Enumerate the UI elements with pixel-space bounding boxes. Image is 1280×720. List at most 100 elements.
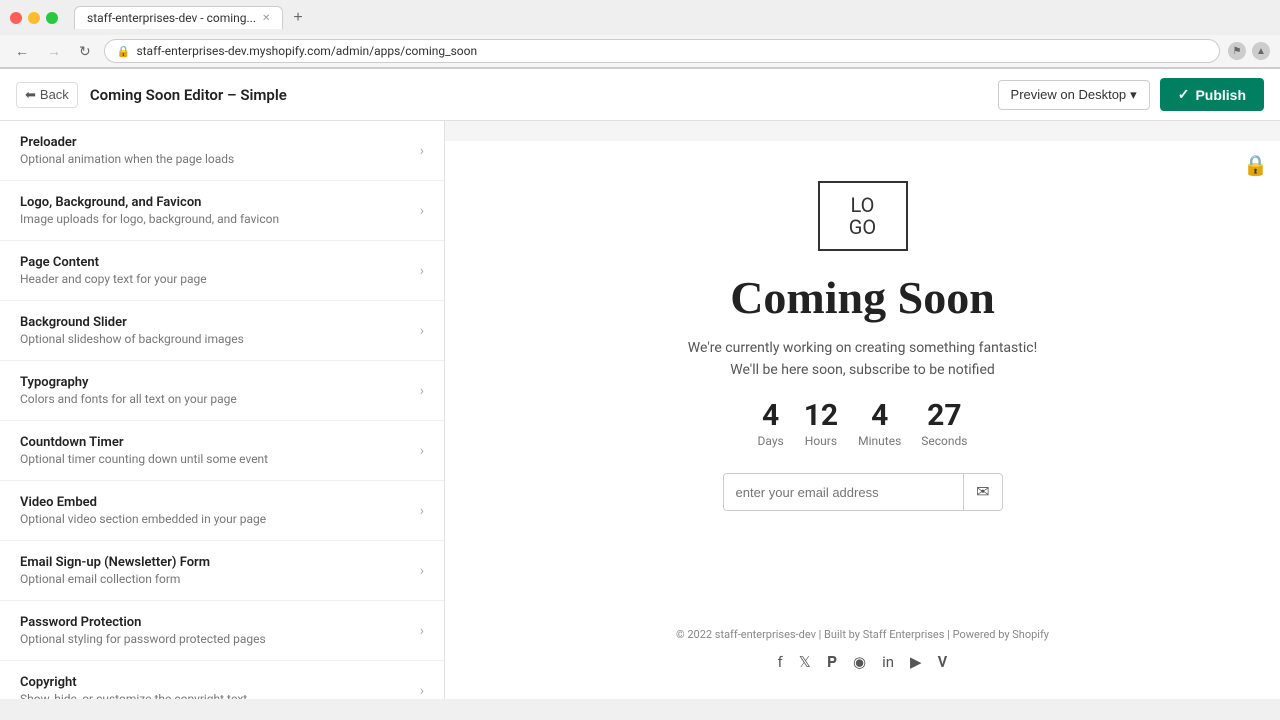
logo-text: LO GO [849, 194, 876, 238]
countdown-value-1: 12 [804, 398, 838, 433]
sidebar-item-title-7: Email Sign-up (Newsletter) Form [20, 555, 420, 570]
countdown-label-2: Minutes [858, 434, 901, 448]
sidebar-item-title-8: Password Protection [20, 615, 420, 630]
sidebar-item-desc-5: Optional timer counting down until some … [20, 452, 420, 466]
sidebar-item-content-2: Page Content Header and copy text for yo… [20, 255, 420, 286]
back-icon: ⬅ [25, 87, 36, 103]
preview-button[interactable]: Preview on Desktop ▾ [998, 80, 1150, 110]
sidebar-item-content-6: Video Embed Optional video section embed… [20, 495, 420, 526]
app-header-right: Preview on Desktop ▾ ✓ Publish [998, 78, 1264, 111]
publish-checkmark-icon: ✓ [1178, 86, 1190, 103]
preview-content: 🔒 LO GO Coming Soon We're currently work… [445, 141, 1280, 699]
chevron-right-icon-2: › [420, 263, 424, 279]
logo-box: LO GO [818, 181, 908, 251]
countdown-label-1: Hours [805, 434, 837, 448]
sidebar-item-title-2: Page Content [20, 255, 420, 270]
app-header-left: ⬅ Back Coming Soon Editor – Simple [16, 82, 287, 108]
sidebar-item-desc-1: Image uploads for logo, background, and … [20, 212, 420, 226]
chevron-right-icon-4: › [420, 383, 424, 399]
refresh-nav-button[interactable]: ↻ [74, 41, 96, 62]
sidebar-item-1[interactable]: Logo, Background, and Favicon Image uplo… [0, 181, 444, 241]
chevron-right-icon-1: › [420, 203, 424, 219]
active-tab[interactable]: staff-enterprises-dev - coming... ✕ [74, 6, 283, 29]
sidebar-item-content-7: Email Sign-up (Newsletter) Form Optional… [20, 555, 420, 586]
sidebar-item-desc-7: Optional email collection form [20, 572, 420, 586]
countdown-value-2: 4 [858, 398, 901, 433]
extension-icon-1[interactable]: ⚑ [1228, 42, 1246, 60]
preview-label: Preview on Desktop [1011, 87, 1127, 102]
sidebar-item-desc-9: Show, hide, or customize the copyright t… [20, 692, 420, 699]
address-bar[interactable]: 🔒 staff-enterprises-dev.myshopify.com/ad… [104, 39, 1220, 63]
email-input[interactable] [724, 474, 964, 510]
youtube-icon[interactable]: ▶ [910, 653, 922, 671]
chevron-right-icon-6: › [420, 503, 424, 519]
pinterest-icon[interactable]: 𝐏 [827, 653, 837, 671]
countdown-label-3: Seconds [921, 434, 967, 448]
close-traffic-light[interactable] [10, 12, 22, 24]
sidebar-item-4[interactable]: Typography Colors and fonts for all text… [0, 361, 444, 421]
countdown-item-1: 12 Hours [804, 398, 838, 449]
sidebar-item-content-8: Password Protection Optional styling for… [20, 615, 420, 646]
sidebar-item-0[interactable]: Preloader Optional animation when the pa… [0, 121, 444, 181]
sidebar-item-content-1: Logo, Background, and Favicon Image uplo… [20, 195, 420, 226]
browser-icons: ⚑ ▲ [1228, 42, 1270, 60]
sidebar-item-content-5: Countdown Timer Optional timer counting … [20, 435, 420, 466]
sidebar-item-title-0: Preloader [20, 135, 420, 150]
email-submit-button[interactable]: ✉ [963, 474, 1001, 510]
countdown-value-0: 4 [758, 398, 784, 433]
countdown-value-3: 27 [921, 398, 967, 433]
forward-nav-button[interactable]: → [42, 41, 66, 61]
app-title: Coming Soon Editor – Simple [90, 86, 287, 104]
tab-title: staff-enterprises-dev - coming... [87, 11, 256, 25]
sidebar-item-title-5: Countdown Timer [20, 435, 420, 450]
countdown-item-3: 27 Seconds [921, 398, 967, 449]
countdown-label-0: Days [758, 434, 784, 448]
sidebar-item-desc-6: Optional video section embedded in your … [20, 512, 420, 526]
sidebar-item-desc-3: Optional slideshow of background images [20, 332, 420, 346]
chevron-right-icon-3: › [420, 323, 424, 339]
back-label: Back [40, 87, 69, 102]
countdown: 4 Days 12 Hours 4 Minutes 27 Seconds [758, 398, 968, 449]
sidebar-item-9[interactable]: Copyright Show, hide, or customize the c… [0, 661, 444, 699]
back-button[interactable]: ⬅ Back [16, 82, 78, 108]
maximize-traffic-light[interactable] [46, 12, 58, 24]
sidebar-item-title-9: Copyright [20, 675, 420, 690]
browser-titlebar: staff-enterprises-dev - coming... ✕ + [0, 0, 1280, 35]
linkedin-icon[interactable]: in [882, 653, 894, 671]
instagram-icon[interactable]: ◉ [853, 653, 866, 671]
minimize-traffic-light[interactable] [28, 12, 40, 24]
vimeo-icon[interactable]: 𝐕 [938, 653, 948, 671]
new-tab-button[interactable]: + [287, 7, 308, 29]
countdown-item-2: 4 Minutes [858, 398, 901, 449]
preview-footer: © 2022 staff-enterprises-dev | Built by … [465, 588, 1260, 681]
email-form[interactable]: ✉ [723, 473, 1003, 511]
sidebar-item-desc-8: Optional styling for password protected … [20, 632, 420, 646]
twitter-icon[interactable]: 𝕏 [799, 653, 811, 671]
sidebar-item-3[interactable]: Background Slider Optional slideshow of … [0, 301, 444, 361]
sidebar-item-7[interactable]: Email Sign-up (Newsletter) Form Optional… [0, 541, 444, 601]
chevron-right-icon-0: › [420, 143, 424, 159]
browser-toolbar: ← → ↻ 🔒 staff-enterprises-dev.myshopify.… [0, 35, 1280, 68]
lock-icon: 🔒 [117, 45, 131, 58]
tab-close-icon[interactable]: ✕ [262, 13, 270, 24]
publish-button[interactable]: ✓ Publish [1160, 78, 1264, 111]
chevron-right-icon-8: › [420, 623, 424, 639]
preview-subtitle1: We're currently working on creating some… [688, 340, 1037, 356]
url-text: staff-enterprises-dev.myshopify.com/admi… [136, 44, 477, 58]
sidebar-item-content-3: Background Slider Optional slideshow of … [20, 315, 420, 346]
back-nav-button[interactable]: ← [10, 41, 34, 61]
extension-icon-2[interactable]: ▲ [1252, 42, 1270, 60]
main-layout: Preloader Optional animation when the pa… [0, 121, 1280, 699]
sidebar-item-content-9: Copyright Show, hide, or customize the c… [20, 675, 420, 699]
sidebar-item-title-3: Background Slider [20, 315, 420, 330]
preview-pane: 🔒 LO GO Coming Soon We're currently work… [445, 121, 1280, 699]
sidebar-item-desc-2: Header and copy text for your page [20, 272, 420, 286]
sidebar-item-8[interactable]: Password Protection Optional styling for… [0, 601, 444, 661]
sidebar-item-6[interactable]: Video Embed Optional video section embed… [0, 481, 444, 541]
sidebar-item-5[interactable]: Countdown Timer Optional timer counting … [0, 421, 444, 481]
chevron-down-icon: ▾ [1130, 87, 1137, 103]
preview-lock-icon: 🔒 [1243, 153, 1268, 177]
logo-line1: LO [851, 193, 875, 217]
sidebar-item-2[interactable]: Page Content Header and copy text for yo… [0, 241, 444, 301]
facebook-icon[interactable]: f [778, 653, 783, 671]
